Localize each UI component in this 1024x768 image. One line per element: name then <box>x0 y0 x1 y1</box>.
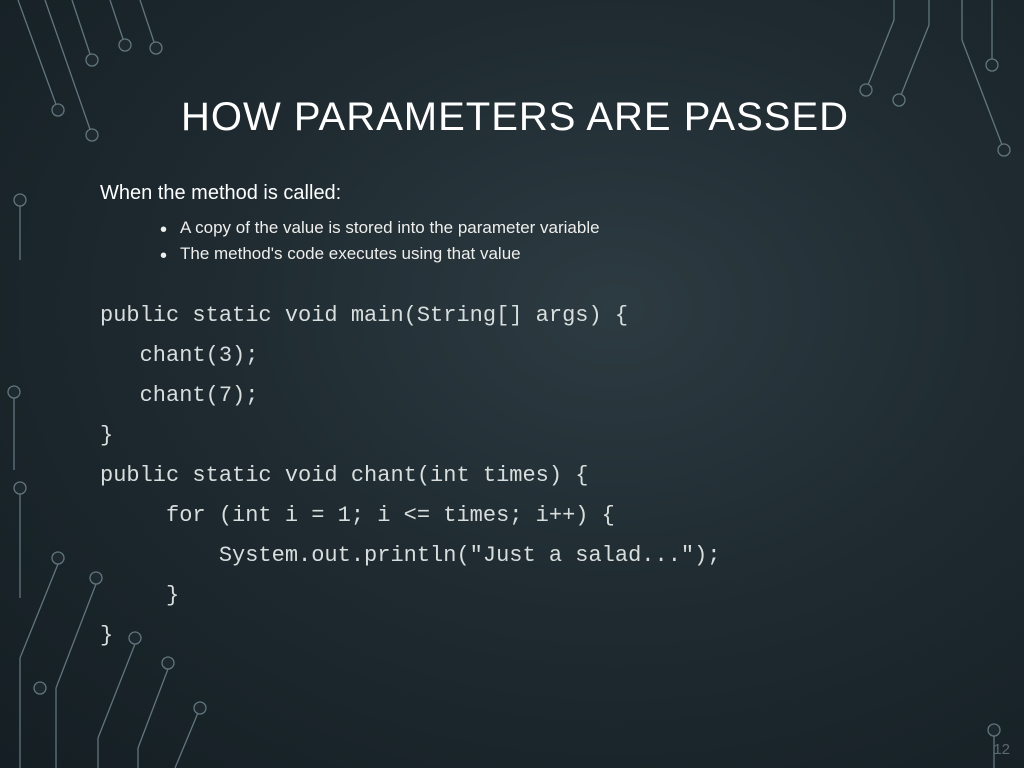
page-number: 12 <box>993 741 1010 758</box>
slide-content: HOW PARAMETERS ARE PASSED When the metho… <box>100 95 930 656</box>
list-item: A copy of the value is stored into the p… <box>160 215 930 241</box>
lead-text: When the method is called: <box>100 182 930 205</box>
circuit-left-icon <box>0 380 50 470</box>
list-item: The method's code executes using that va… <box>160 241 930 267</box>
slide-title: HOW PARAMETERS ARE PASSED <box>100 95 930 140</box>
circuit-bottom-right-icon <box>964 708 1024 768</box>
code-block: public static void main(String[] args) {… <box>100 296 930 656</box>
bullet-list: A copy of the value is stored into the p… <box>160 215 930 268</box>
